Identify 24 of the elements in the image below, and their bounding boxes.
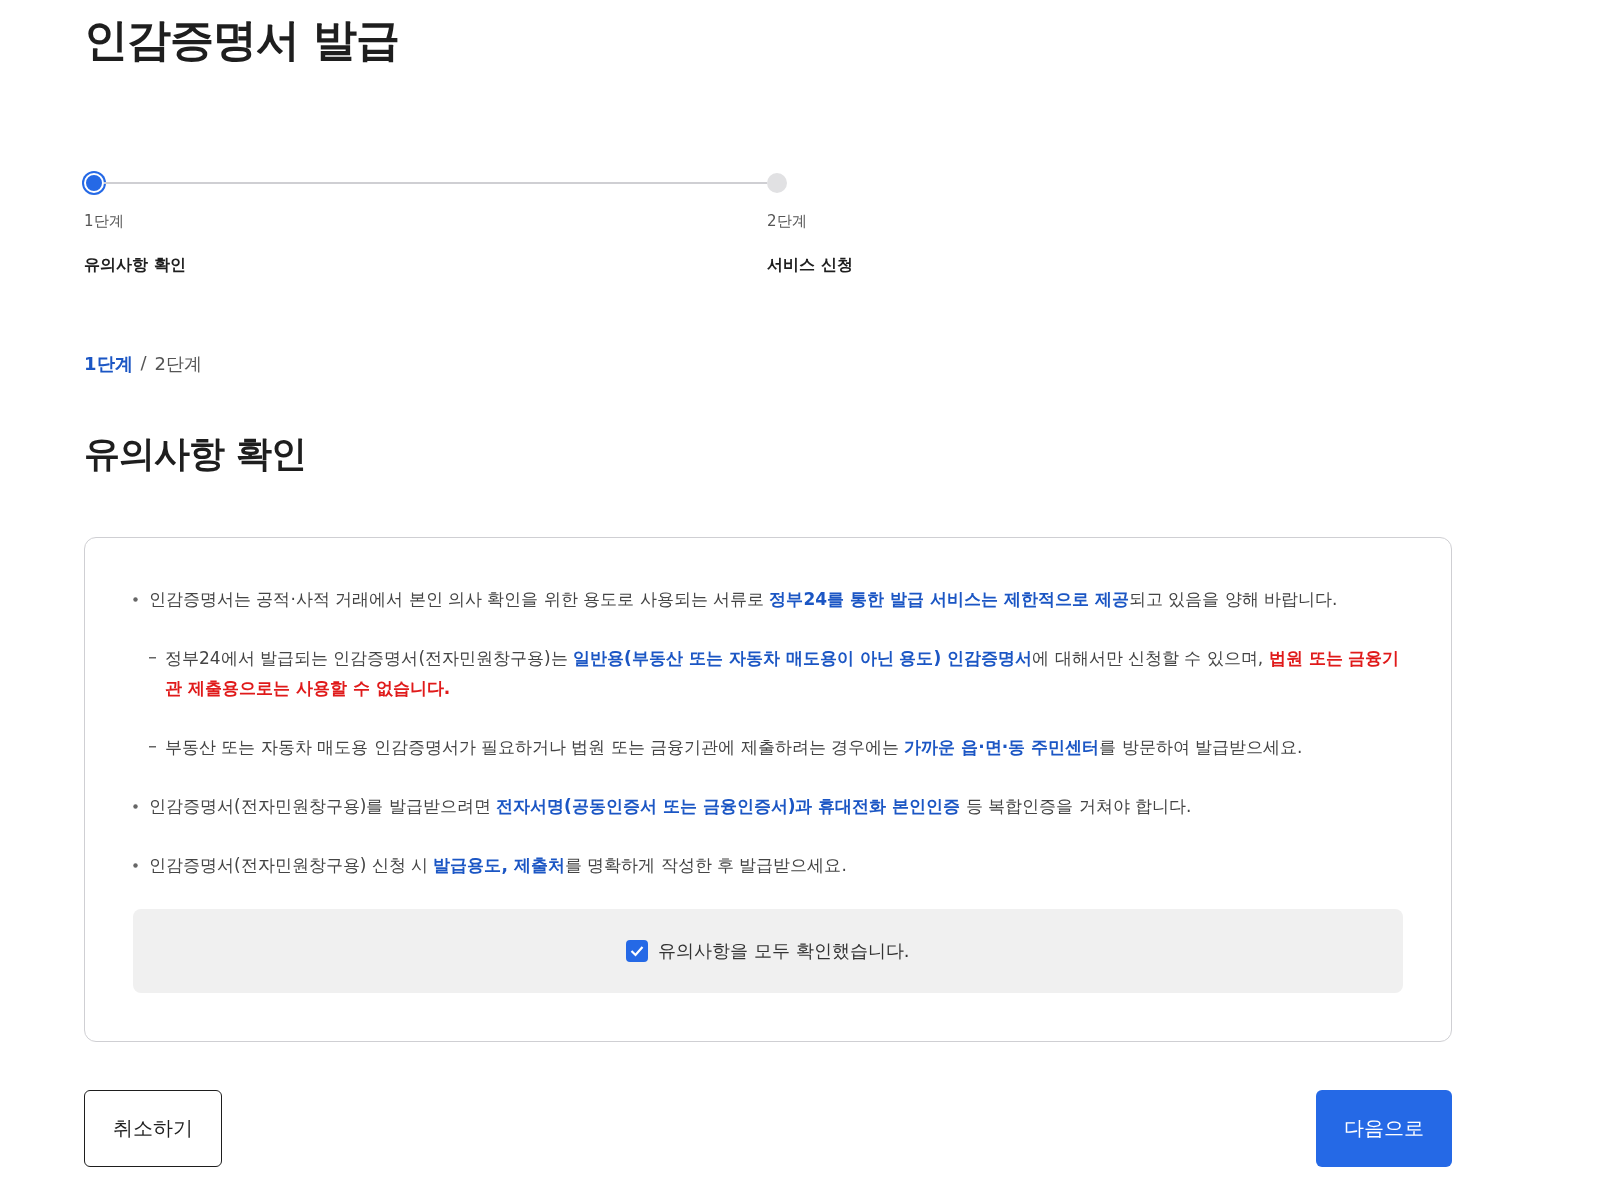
dash-icon	[149, 746, 156, 748]
step-label: 유의사항 확인	[84, 255, 187, 276]
step-number: 2단계	[767, 212, 808, 231]
next-button[interactable]: 다음으로	[1316, 1090, 1452, 1167]
agreement-checkbox[interactable]	[626, 940, 649, 962]
dash-icon	[149, 657, 156, 659]
checkmark-icon	[630, 945, 645, 957]
bullet-icon	[133, 803, 138, 809]
step-number: 1단계	[84, 212, 125, 231]
bullet-icon	[133, 862, 138, 868]
section-title: 유의사항 확인	[84, 432, 307, 476]
step-label: 서비스 신청	[767, 255, 853, 276]
notice-text: 인감증명서(전자민원창구용)를 발급받으려면 전자서명(공동인증서 또는 금융인증서)과 휴대전화 본인인증 등 복합인증을 거쳐야 합니다.	[133, 791, 1403, 821]
notice-text: 인감증명서(전자민원창구용) 신청 시 발급용도, 제출처를 명확하게 작성한 후 발급받으세요.	[133, 850, 1403, 880]
total-steps: 2단계	[154, 352, 203, 376]
current-step: 1단계	[84, 352, 133, 376]
agreement-label[interactable]: 유의사항을 모두 확인했습니다.	[658, 939, 910, 963]
cancel-button[interactable]: 취소하기	[84, 1090, 222, 1167]
page-title: 인감증명서 발급	[84, 13, 401, 67]
notice-text: 부동산 또는 자동차 매도용 인감증명서가 필요하거나 법원 또는 금융기관에 제출하려는 경우에는 가까운 읍·면·동 주민센터를 방문하여 발급받으세요.	[133, 732, 1403, 762]
bullet-icon	[133, 596, 138, 602]
notice-text: 정부24에서 발급되는 인감증명서(전자민원창구용)는 일반용(부동산 또는 자동차 매도용이 아닌 용도) 인감증명서에 대해서만 신청할 수 있으며, 법원 또는 금융기관 제출용으로는 사용할 수 없습니다.	[133, 643, 1403, 703]
notice-text: 인감증명서는 공적·사적 거래에서 본인 의사 확인을 위한 용도로 사용되는 서류로 정부24를 통한 발급 서비스는 제한적으로 제공되고 있음을 양해 바랍니다.	[133, 584, 1403, 614]
step-separator: /	[140, 352, 147, 375]
